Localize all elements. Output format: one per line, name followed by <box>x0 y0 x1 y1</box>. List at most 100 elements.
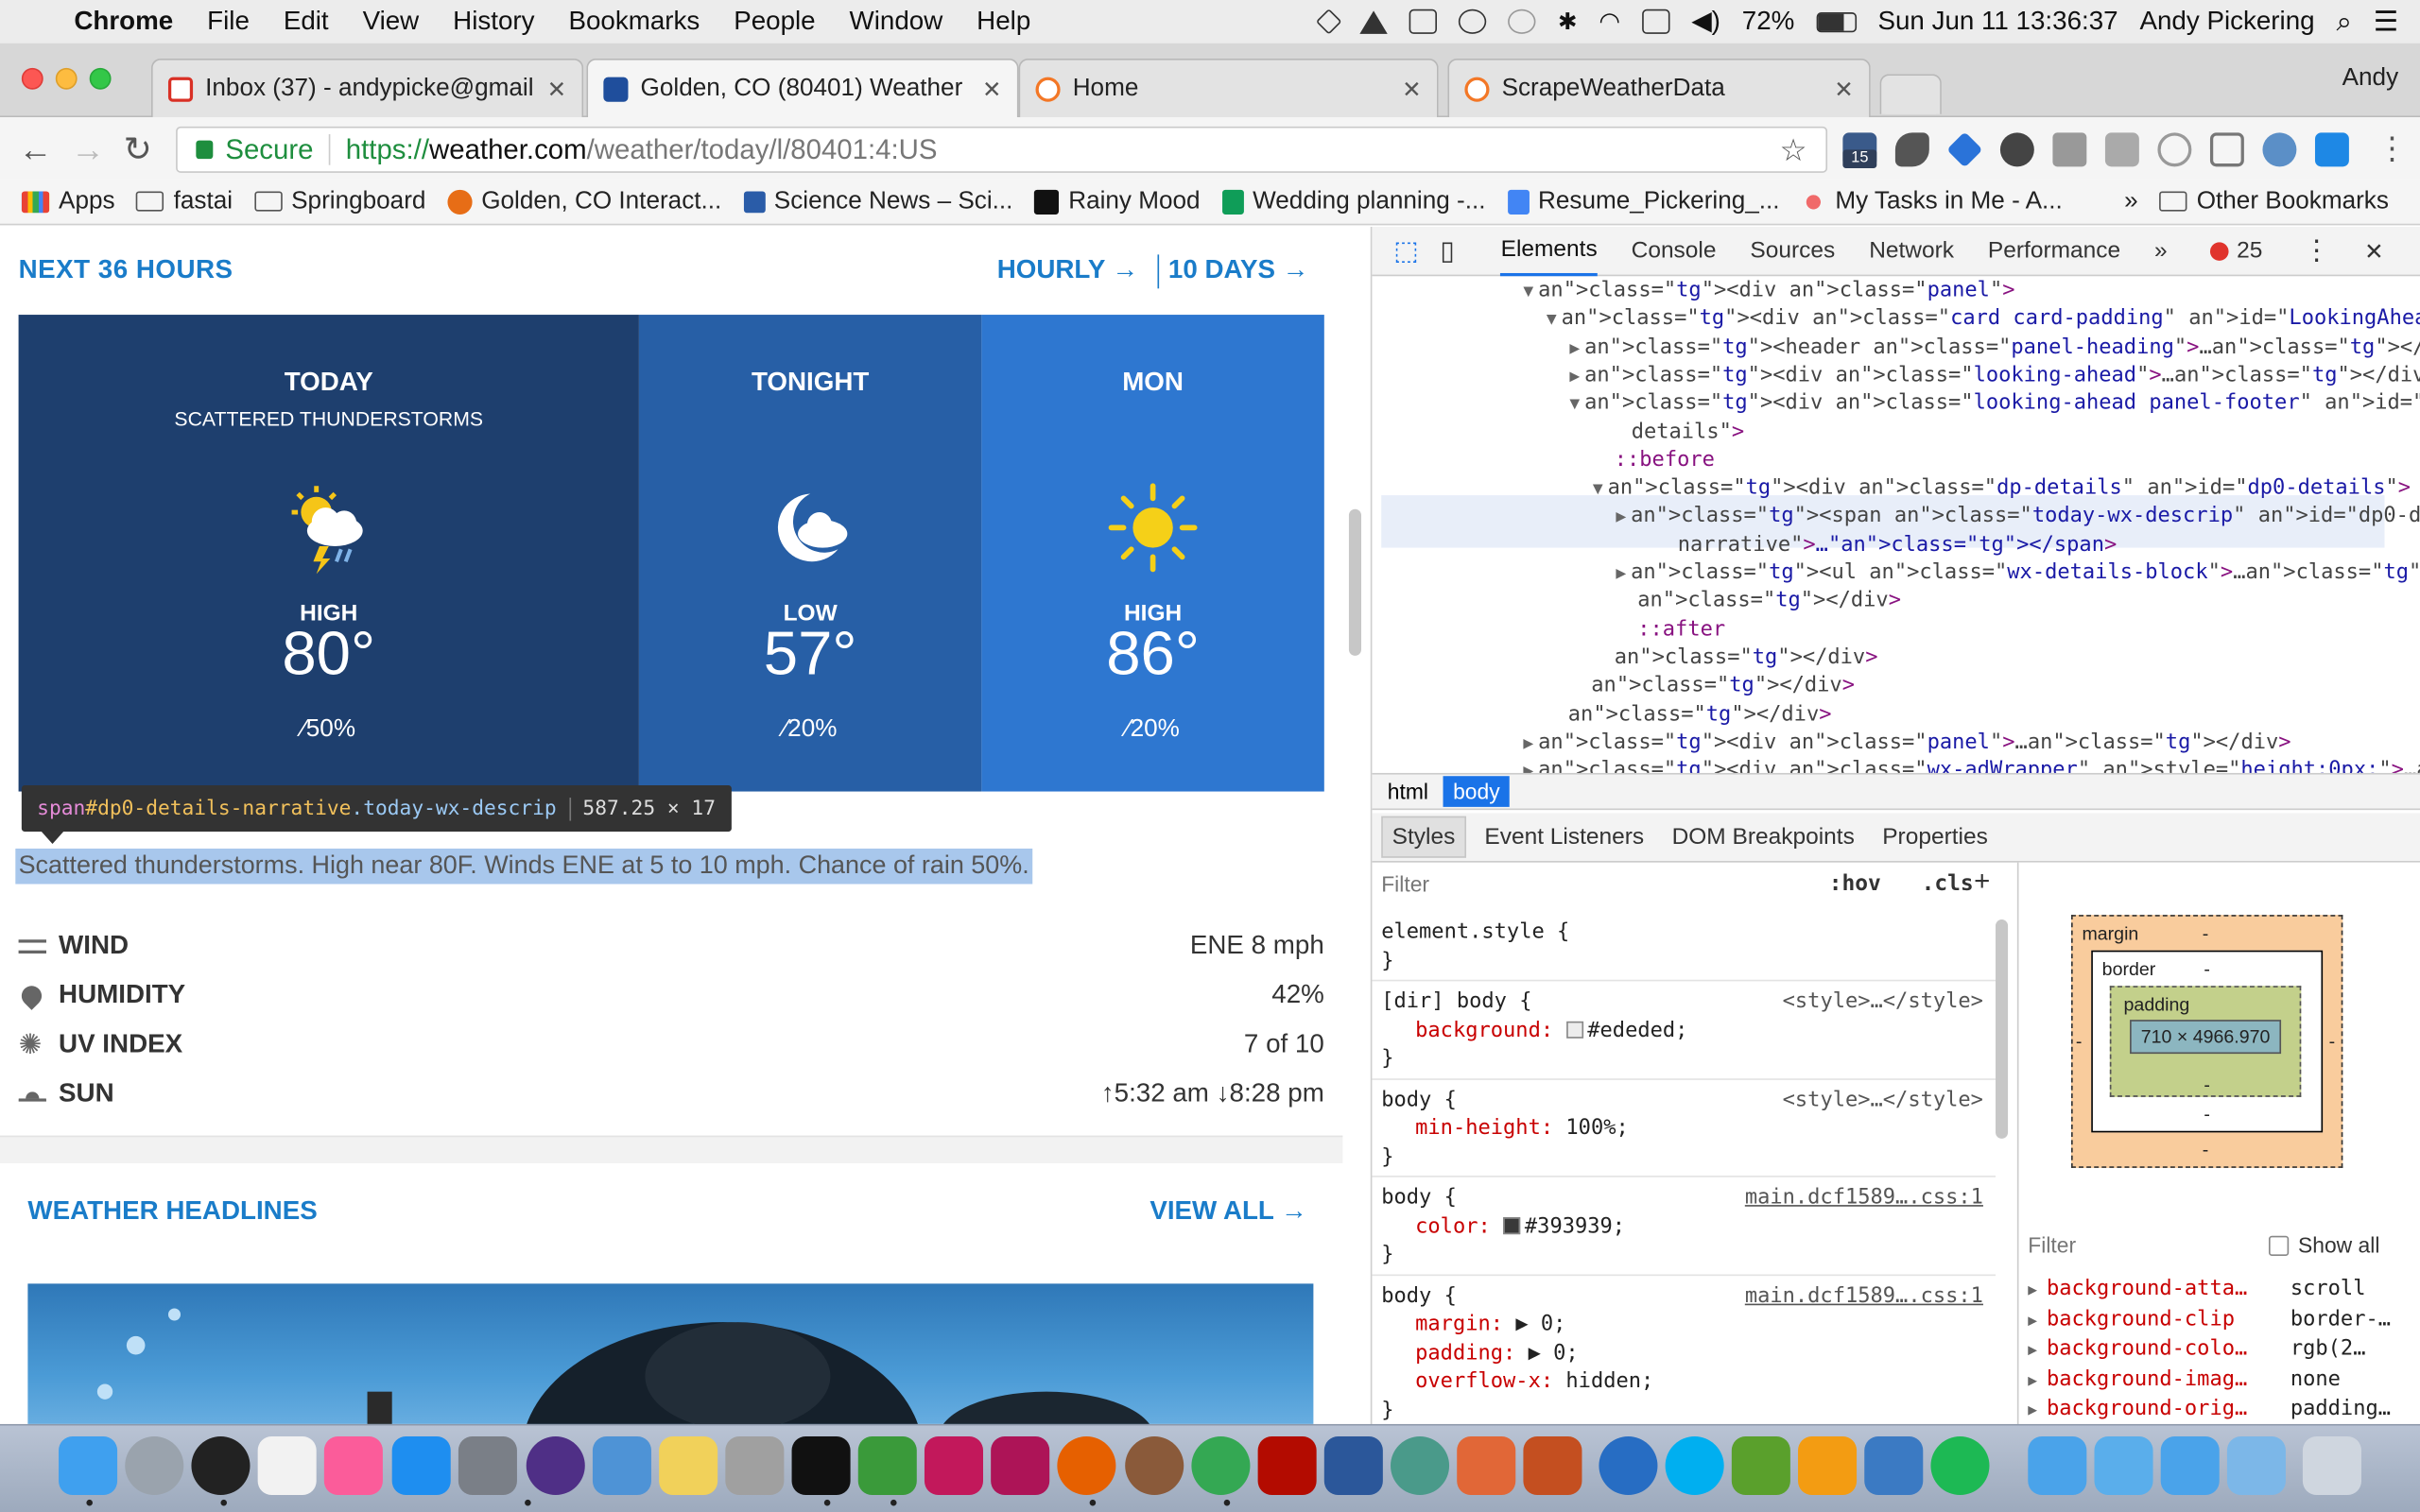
tab-console[interactable]: Console <box>1632 226 1717 275</box>
rule-source-link[interactable]: main.dcf1589….css:1 <box>1745 1281 1983 1310</box>
tab-home[interactable]: Home ✕ <box>1018 59 1439 118</box>
dom-node-line[interactable]: details"> <box>1632 418 1744 446</box>
menu-bookmarks[interactable]: Bookmarks <box>568 7 700 38</box>
css-rule[interactable]: body {main.dcf1589….css:1 margin: ▶ 0; pad… <box>1381 1281 1983 1424</box>
volume-icon[interactable]: ◀) <box>1691 7 1720 38</box>
css-property[interactable]: overflow-x: hidden; <box>1381 1367 1983 1396</box>
dom-node-line[interactable]: ▶ an">class="tg"><ul an">class="wx-detail… <box>1616 558 2420 589</box>
tab-gmail[interactable]: Inbox (37) - andypicke@gmail. ✕ <box>150 59 584 118</box>
reload-icon[interactable]: ↻ <box>124 129 152 169</box>
mendeley-icon[interactable] <box>924 1435 983 1496</box>
subtab-dom-breakpoints[interactable]: DOM Breakpoints <box>1663 817 1864 856</box>
screen-icon[interactable] <box>1864 1435 1924 1496</box>
rule-source-link[interactable]: <style>…</style> <box>1783 1086 1983 1114</box>
expand-triangle-icon[interactable]: ▼ <box>1547 309 1557 329</box>
new-tab-button[interactable] <box>1879 74 1942 114</box>
globe-icon[interactable] <box>1391 1435 1450 1496</box>
styles-filter-input[interactable]: Filter <box>1381 871 1429 896</box>
devtools-menu-icon[interactable]: ⋮ <box>2303 226 2330 275</box>
tab-weather[interactable]: Golden, CO (80401) Weather F ✕ <box>586 59 1019 118</box>
expand-triangle-icon[interactable]: ▼ <box>1593 478 1603 498</box>
pages-icon[interactable] <box>1798 1435 1858 1496</box>
cls-toggle[interactable]: .cls <box>1922 871 1974 896</box>
close-tab-icon[interactable]: ✕ <box>982 75 1002 103</box>
bookmark-golden[interactable]: Golden, CO Interact... <box>447 187 721 215</box>
headline-image[interactable] <box>27 1283 1314 1424</box>
extension-s-icon[interactable] <box>2314 132 2349 167</box>
more-tabs-button[interactable]: » <box>2154 226 2168 275</box>
close-tab-icon[interactable]: ✕ <box>1834 75 1854 103</box>
view-all-link[interactable]: VIEW ALL → <box>1150 1195 1307 1227</box>
expand-triangle-icon[interactable]: ▶ <box>1569 366 1580 386</box>
bookmark-wedding[interactable]: Wedding planning -... <box>1221 187 1486 215</box>
computed-property[interactable]: ▶ background-orig… padding… <box>2028 1397 2413 1421</box>
computed-property[interactable]: ▶ background-clip border-… <box>2028 1306 2413 1331</box>
extension-evernote-icon[interactable] <box>1999 132 2034 167</box>
launchpad-icon[interactable] <box>125 1435 184 1496</box>
css-rule[interactable]: [dir] body {<style>…</style> background: … <box>1381 988 1983 1074</box>
dom-node-line[interactable]: an">class="tg"></div> <box>1615 644 1878 672</box>
matlab-2-icon[interactable] <box>1523 1435 1582 1496</box>
basketball-icon[interactable] <box>1125 1435 1184 1496</box>
messages-icon[interactable] <box>1508 9 1537 34</box>
time-machine-icon[interactable] <box>1459 9 1487 34</box>
color-swatch[interactable] <box>1565 1020 1583 1038</box>
skype-icon[interactable] <box>1665 1435 1724 1496</box>
cast-icon[interactable] <box>2209 132 2244 167</box>
bookmark-apps[interactable]: Apps <box>21 187 115 215</box>
trash-icon[interactable] <box>2302 1435 2361 1496</box>
forecast-panel-today[interactable]: TODAY SCATTERED THUNDERSTORMS HIGH 80° ⁄… <box>18 315 639 792</box>
dashboard-icon[interactable] <box>191 1435 251 1496</box>
bluetooth-icon[interactable]: ✱ <box>1558 8 1578 36</box>
forecast-panel-tonight[interactable]: TONIGHT LOW 57° ⁄20% <box>638 315 982 792</box>
computed-property[interactable]: ▶ background-atta… scroll <box>2028 1276 2413 1300</box>
chrome-icon[interactable] <box>1191 1435 1251 1496</box>
menu-people[interactable]: People <box>734 7 815 38</box>
inspect-element-icon[interactable]: ⬚ <box>1393 226 1418 275</box>
bookmark-rainy-mood[interactable]: Rainy Mood <box>1034 187 1201 215</box>
menu-view[interactable]: View <box>363 7 420 38</box>
dom-node-line[interactable]: ::before <box>1615 446 1715 474</box>
menu-history[interactable]: History <box>453 7 534 38</box>
hov-toggle[interactable]: :hov <box>1829 871 1881 896</box>
spotify-icon[interactable] <box>1930 1435 1990 1496</box>
menu-file[interactable]: File <box>207 7 250 38</box>
hourly-link[interactable]: HOURLY → <box>997 254 1139 285</box>
css-rule[interactable]: element.style {} <box>1381 918 1983 974</box>
extension-drive-icon[interactable] <box>2052 132 2087 167</box>
expand-triangle-icon[interactable]: ▶ <box>1616 507 1626 526</box>
matlab-icon[interactable] <box>1457 1435 1516 1496</box>
dom-node-line[interactable]: ▶ an">class="tg"><span an">class="today-w… <box>1616 502 2420 532</box>
github-icon[interactable] <box>526 1435 585 1496</box>
forecast-panel-mon[interactable]: MON HIGH 86° ⁄20% <box>981 315 1324 792</box>
show-all-toggle[interactable]: Show all <box>2268 1232 2379 1258</box>
css-property[interactable]: min-height: 100%; <box>1381 1114 1983 1143</box>
downloads-folder-icon[interactable] <box>2160 1435 2220 1496</box>
menu-window[interactable]: Window <box>850 7 943 38</box>
back-arrow-icon[interactable]: ← <box>19 129 53 169</box>
documents-folder-icon[interactable] <box>2094 1435 2153 1496</box>
page-scrollbar[interactable] <box>1348 508 1361 656</box>
terminal-icon[interactable] <box>791 1435 851 1496</box>
dom-node-line[interactable]: ▶ an">class="tg"><div an">class="wx-adWra… <box>1523 756 2420 773</box>
menu-help[interactable]: Help <box>977 7 1030 38</box>
notification-center-icon[interactable]: ☰ <box>2374 6 2398 38</box>
extension-tool-icon[interactable] <box>2262 132 2297 167</box>
dom-node-line[interactable]: narrative">…"an">class="tg"></span> <box>1678 530 2118 558</box>
css-property[interactable]: color: #393939; <box>1381 1211 1983 1240</box>
close-window-icon[interactable] <box>21 67 43 90</box>
bookmark-science-news[interactable]: Science News – Sci... <box>743 187 1012 215</box>
dom-node-line[interactable]: an">class="tg"></div> <box>1591 672 1855 700</box>
expand-triangle-icon[interactable]: ▼ <box>1569 394 1580 414</box>
extension-circle-icon[interactable] <box>2157 132 2192 167</box>
user-name[interactable]: Andy Pickering <box>2139 7 2314 38</box>
bookmark-my-tasks[interactable]: My Tasks in Me - A... <box>1801 187 2063 215</box>
dom-node-line[interactable]: ▼ an">class="tg"><div an">class="card car… <box>1547 304 2420 335</box>
dom-node-line[interactable]: ▼ an">class="tg"><div an">class="looking-… <box>1569 389 2420 420</box>
bookmark-star-icon[interactable]: ☆ <box>1780 131 1807 170</box>
expand-triangle-icon[interactable]: ▼ <box>1523 281 1533 301</box>
menu-app-name[interactable]: Chrome <box>74 7 173 38</box>
acrobat-icon[interactable] <box>1257 1435 1317 1496</box>
sourcetree-icon[interactable] <box>1731 1435 1790 1496</box>
evernote-icon[interactable] <box>857 1435 917 1496</box>
